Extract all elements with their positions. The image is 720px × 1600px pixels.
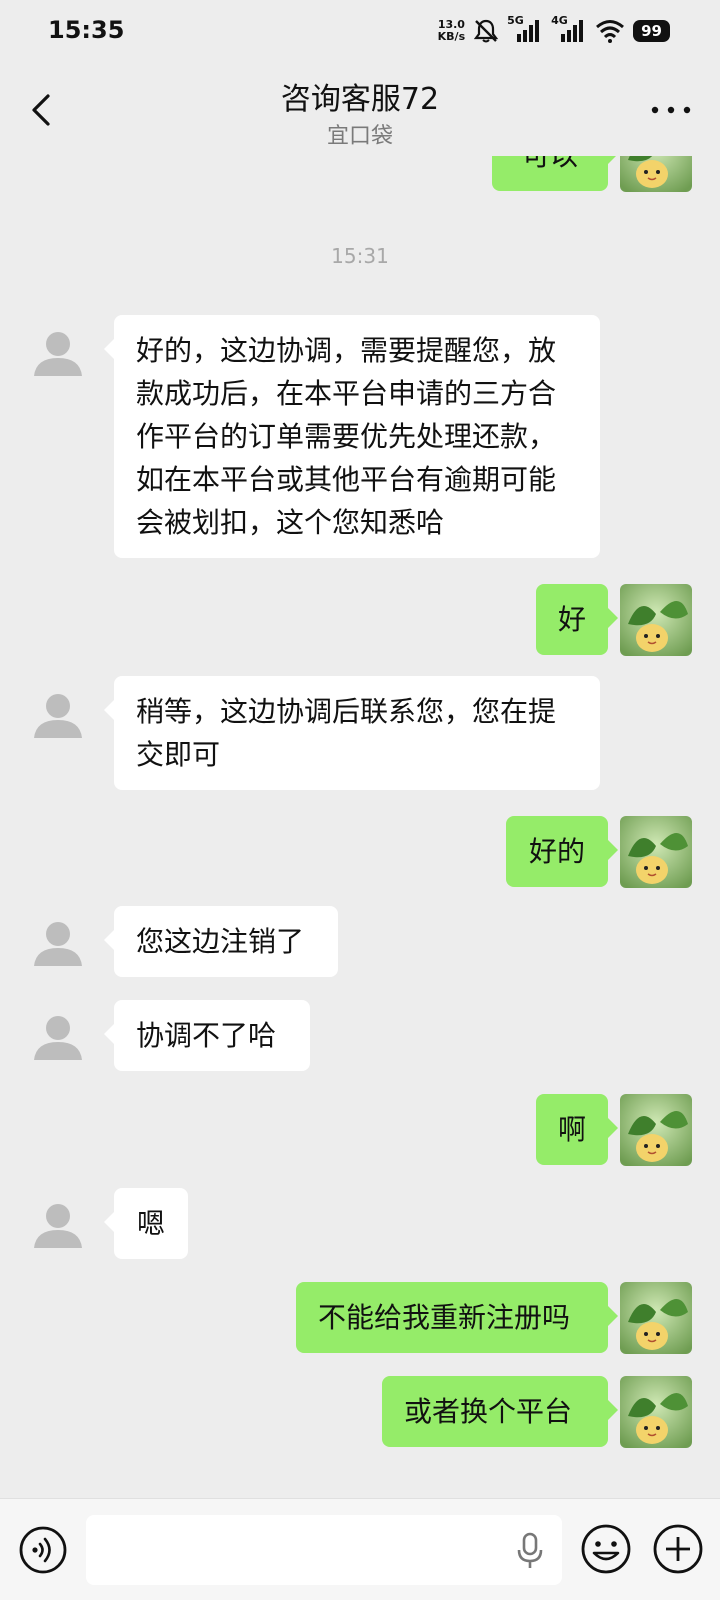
message-text: 好的，这边协调，需要提醒您，放款成功后，在本平台申请的三方合作平台的订单需要优先… xyxy=(136,334,557,539)
service-avatar[interactable] xyxy=(28,914,88,974)
message-text: 您这边注销了 xyxy=(136,925,305,958)
plus-icon[interactable] xyxy=(652,1523,704,1575)
voice-icon[interactable] xyxy=(18,1525,68,1575)
service-avatar[interactable] xyxy=(28,686,88,746)
message-text: 啊 xyxy=(557,1113,586,1146)
wifi-icon xyxy=(596,20,625,43)
service-avatar[interactable] xyxy=(28,1196,88,1256)
message-bubble-other[interactable]: 协调不了哈 xyxy=(104,1000,310,1071)
message-text: 好 xyxy=(557,603,586,636)
message-bubble-other[interactable]: 好的，这边协调，需要提醒您，放款成功后，在本平台申请的三方合作平台的订单需要优先… xyxy=(104,315,600,558)
status-icons: 13.0 KB/s 5G 4G 99 xyxy=(438,14,670,44)
signal-4g-icon: 4G xyxy=(551,14,587,44)
self-avatar[interactable] xyxy=(620,1282,692,1354)
chat-header: 咨询客服72 宜口袋 xyxy=(0,64,720,156)
message-text: 可以 xyxy=(522,156,578,172)
self-avatar[interactable] xyxy=(620,1094,692,1166)
status-bar: 15:35 13.0 KB/s 5G 4G 99 xyxy=(0,0,720,64)
signal-4g-label: 4G xyxy=(551,14,568,27)
network-speed-unit: KB/s xyxy=(437,30,466,43)
self-avatar[interactable] xyxy=(620,816,692,888)
message-text: 嗯 xyxy=(136,1207,165,1240)
microphone-icon[interactable] xyxy=(514,1531,546,1571)
signal-5g-label: 5G xyxy=(507,14,524,27)
service-avatar[interactable] xyxy=(28,1008,88,1068)
message-bubble-other[interactable]: 嗯 xyxy=(104,1188,188,1259)
mute-icon xyxy=(473,19,499,43)
message-timestamp: 15:31 xyxy=(331,244,389,268)
chat-title: 咨询客服72 xyxy=(280,82,440,117)
message-text: 不能给我重新注册吗 xyxy=(318,1301,571,1334)
network-speed: 13.0 KB/s xyxy=(438,19,465,43)
more-dots-icon[interactable] xyxy=(646,100,696,120)
message-bubble-self[interactable]: 好的 xyxy=(506,816,618,887)
message-bubble-other[interactable]: 稍等，这边协调后联系您，您在提交即可 xyxy=(104,676,600,790)
message-bubble-self[interactable]: 不能给我重新注册吗 xyxy=(296,1282,618,1353)
message-bubble-other[interactable]: 您这边注销了 xyxy=(104,906,338,977)
message-input[interactable] xyxy=(86,1515,562,1585)
message-bubble-self[interactable]: 啊 xyxy=(536,1094,618,1165)
self-avatar[interactable] xyxy=(620,156,692,192)
signal-5g-icon: 5G xyxy=(507,14,543,44)
status-time: 15:35 xyxy=(48,16,125,44)
emoji-icon[interactable] xyxy=(580,1523,632,1575)
message-bubble-self[interactable]: 或者换个平台 xyxy=(382,1376,618,1447)
battery-indicator: 99 xyxy=(633,20,670,42)
self-avatar[interactable] xyxy=(620,584,692,656)
service-avatar[interactable] xyxy=(28,324,88,384)
chat-subtitle: 宜口袋 xyxy=(326,124,393,149)
message-text: 或者换个平台 xyxy=(404,1395,573,1428)
message-text: 协调不了哈 xyxy=(136,1019,277,1052)
self-avatar[interactable] xyxy=(620,1376,692,1448)
message-bubble-self[interactable]: 可以 xyxy=(491,156,619,191)
input-bar xyxy=(0,1498,720,1600)
chat-area[interactable]: 可以 15:31 好的，这边协调，需要提醒您，放款成功后，在本平台申请的三方合作… xyxy=(0,156,720,1498)
message-text: 好的 xyxy=(528,835,585,868)
message-bubble-self[interactable]: 好 xyxy=(536,584,618,655)
message-text: 稍等，这边协调后联系您，您在提交即可 xyxy=(136,695,557,771)
